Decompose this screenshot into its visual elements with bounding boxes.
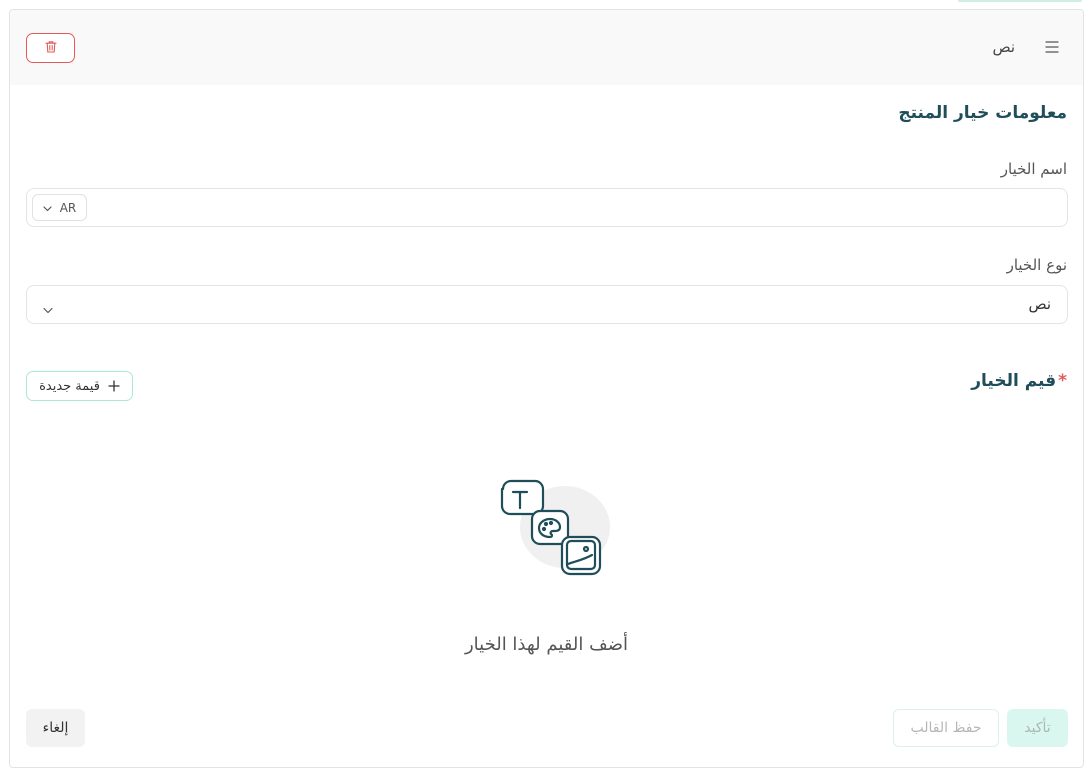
trash-icon [44, 39, 58, 58]
option-type-value: نص [1028, 295, 1051, 313]
language-value: AR [59, 200, 77, 215]
confirm-button[interactable]: تأكيد [1007, 709, 1068, 747]
drag-handle-icon[interactable] [1043, 38, 1061, 56]
new-value-button[interactable]: قيمة جديدة [26, 371, 133, 401]
product-option-card: نص معلومات خيار المنتج اسم الخيار AR نوع… [9, 9, 1084, 768]
save-template-button[interactable]: حفظ القالب [893, 709, 999, 747]
card-header: نص [10, 10, 1083, 85]
option-type-select[interactable]: نص [26, 285, 1068, 324]
option-name-input[interactable]: AR [26, 188, 1068, 227]
delete-button[interactable] [26, 33, 75, 63]
plus-icon [108, 377, 120, 396]
empty-values-illustration [490, 475, 620, 585]
language-select[interactable]: AR [32, 194, 87, 221]
new-value-label: قيمة جديدة [39, 378, 100, 394]
option-type-label: نوع الخيار [1006, 256, 1067, 274]
option-values-title-text: قيم الخيار [971, 371, 1057, 391]
chevron-down-icon [43, 299, 53, 318]
section-title: معلومات خيار المنتج [898, 103, 1067, 123]
option-header-title: نص [992, 38, 1015, 56]
chevron-down-icon [43, 201, 52, 215]
top-tab-hint [958, 0, 1082, 2]
option-values-title: *قيم الخيار [971, 371, 1067, 391]
empty-values-message: أضف القيم لهذا الخيار [464, 634, 629, 655]
cancel-button[interactable]: إلغاء [26, 709, 85, 747]
required-mark: * [1058, 371, 1067, 391]
option-name-label: اسم الخيار [1000, 160, 1067, 178]
